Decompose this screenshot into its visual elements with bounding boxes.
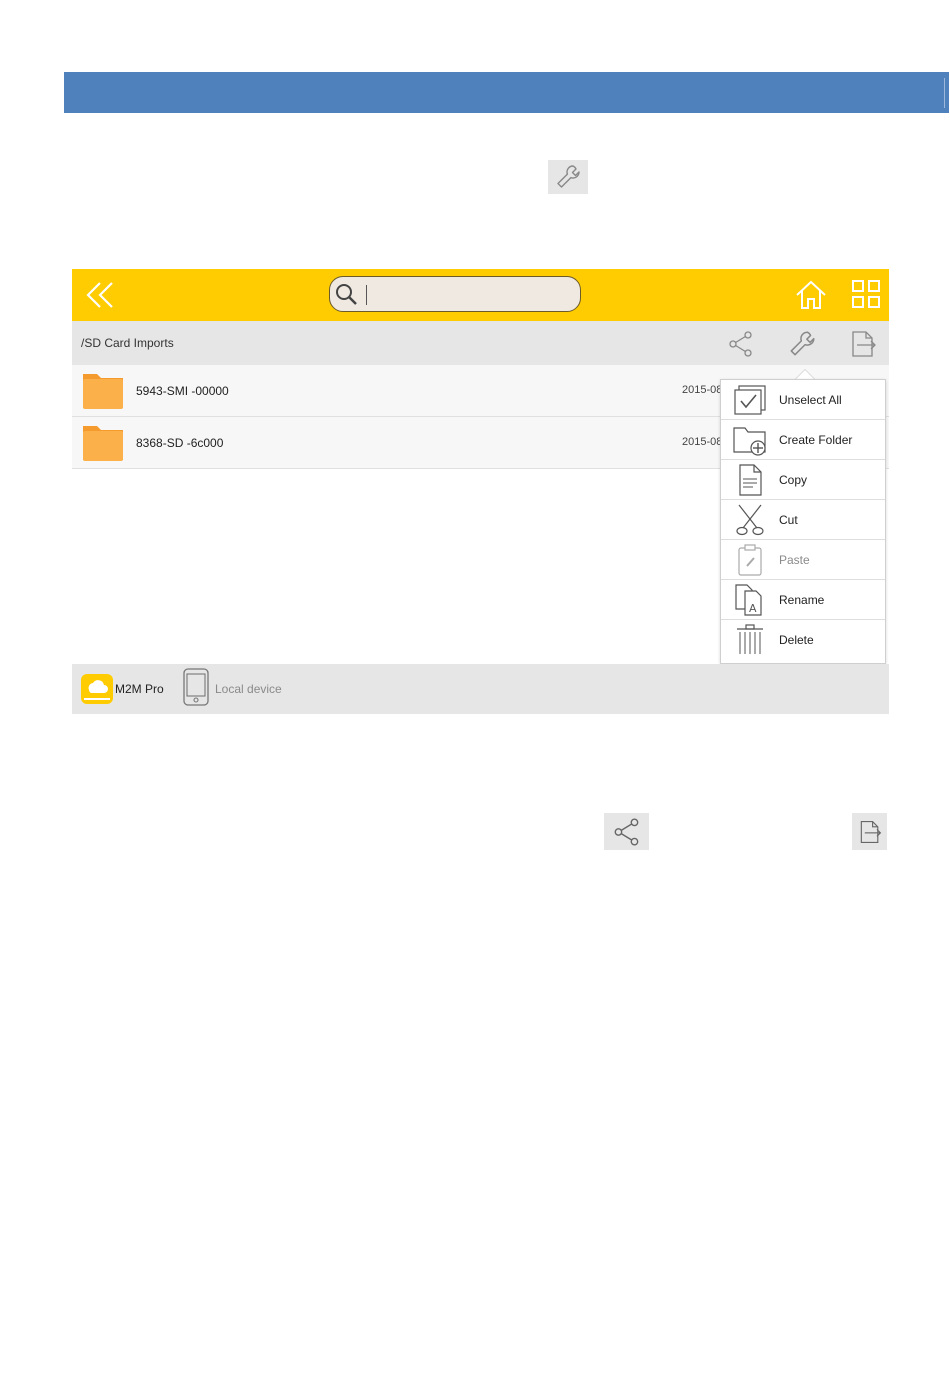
source-local-device[interactable]: Local device bbox=[182, 668, 302, 708]
tools-menu: Unselect All Create Folder Copy Cut Past… bbox=[720, 379, 886, 664]
source-label: M2M Pro bbox=[115, 682, 164, 696]
wrench-icon bbox=[548, 160, 588, 194]
menu-label: Paste bbox=[779, 553, 810, 567]
share-icon bbox=[604, 813, 649, 850]
scissors-icon bbox=[736, 504, 764, 536]
menu-item-copy[interactable]: Copy bbox=[721, 460, 885, 500]
menu-item-unselect-all[interactable]: Unselect All bbox=[721, 380, 885, 420]
file-date: 2015-08 bbox=[682, 436, 723, 448]
trash-icon bbox=[737, 624, 763, 654]
menu-label: Cut bbox=[779, 513, 798, 527]
search-box[interactable] bbox=[329, 276, 581, 312]
folder-plus-icon bbox=[733, 427, 766, 456]
grid-view-icon bbox=[852, 280, 880, 308]
document-header-bar bbox=[64, 72, 949, 113]
home-icon bbox=[796, 280, 826, 309]
menu-label: Delete bbox=[779, 633, 814, 647]
file-name: 8368-SD -6c000 bbox=[136, 436, 224, 450]
source-m2m-pro[interactable]: M2M Pro bbox=[80, 670, 180, 708]
export-icon bbox=[852, 331, 876, 357]
rename-icon: A bbox=[735, 584, 762, 616]
file-manager-app: /SD Card Imports 5943-SMI -00000 2015-08… bbox=[72, 269, 889, 714]
grid-view-button[interactable] bbox=[850, 278, 882, 310]
path-bar: /SD Card Imports bbox=[72, 321, 889, 365]
menu-item-create-folder[interactable]: Create Folder bbox=[721, 420, 885, 460]
wrench-icon bbox=[790, 331, 815, 356]
share-button[interactable] bbox=[726, 329, 756, 359]
tools-button[interactable] bbox=[787, 329, 817, 359]
menu-label: Rename bbox=[779, 593, 825, 607]
menu-item-rename[interactable]: A Rename bbox=[721, 580, 885, 620]
file-date: 2015-08 bbox=[682, 384, 723, 396]
clipboard-icon bbox=[738, 544, 762, 576]
menu-item-paste[interactable]: Paste bbox=[721, 540, 885, 580]
menu-label: Copy bbox=[779, 473, 808, 487]
phone-icon bbox=[183, 668, 209, 706]
home-button[interactable] bbox=[794, 278, 828, 312]
source-bar: M2M Pro Local device bbox=[72, 664, 889, 714]
search-icon bbox=[336, 284, 357, 305]
top-bar bbox=[72, 269, 889, 321]
svg-text:A: A bbox=[749, 602, 757, 615]
source-label: Local device bbox=[215, 682, 282, 696]
search-input[interactable] bbox=[364, 281, 568, 307]
menu-label: Unselect All bbox=[779, 393, 842, 407]
checkbox-stack-icon bbox=[734, 385, 766, 415]
menu-item-delete[interactable]: Delete bbox=[721, 620, 885, 663]
export-icon bbox=[852, 813, 887, 850]
double-chevron-left-icon bbox=[86, 282, 113, 308]
header-divider bbox=[944, 78, 945, 108]
folder-icon bbox=[83, 426, 123, 461]
back-button[interactable] bbox=[82, 277, 118, 313]
export-button[interactable] bbox=[848, 329, 878, 359]
file-name: 5943-SMI -00000 bbox=[136, 384, 229, 398]
cloud-drive-icon bbox=[81, 674, 113, 704]
current-path: /SD Card Imports bbox=[81, 336, 174, 350]
folder-icon bbox=[83, 374, 123, 409]
menu-label: Create Folder bbox=[779, 433, 853, 447]
menu-item-cut[interactable]: Cut bbox=[721, 500, 885, 540]
document-icon bbox=[739, 464, 762, 496]
share-icon bbox=[729, 331, 752, 357]
